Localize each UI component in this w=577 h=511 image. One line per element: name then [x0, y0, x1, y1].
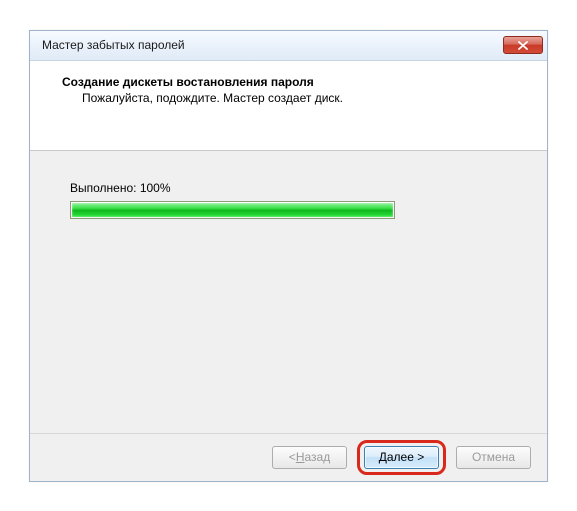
wizard-step-subtitle: Пожалуйста, подождите. Мастер создает ди… — [54, 91, 523, 105]
titlebar: Мастер забытых паролей — [30, 31, 547, 61]
wizard-step-title: Создание дискеты востановления пароля — [54, 75, 523, 89]
window-title: Мастер забытых паролей — [42, 38, 503, 52]
next-button-highlight: Далее > — [357, 440, 446, 475]
cancel-button[interactable]: Отмена — [456, 446, 531, 469]
back-button[interactable]: < Назад — [272, 446, 347, 469]
progress-label-prefix: Выполнено: — [70, 181, 136, 195]
next-button[interactable]: Далее > — [364, 446, 439, 469]
close-button[interactable] — [503, 36, 543, 54]
progress-bar — [70, 201, 395, 219]
progress-percent-text: 100% — [140, 181, 171, 195]
progress-fill — [72, 203, 393, 217]
wizard-header: Создание дискеты востановления пароля По… — [30, 61, 547, 151]
wizard-content: Выполнено: 100% — [30, 151, 547, 433]
button-bar: < Назад Далее > Отмена — [30, 433, 547, 481]
progress-label: Выполнено: 100% — [70, 181, 507, 195]
close-icon — [518, 41, 528, 50]
wizard-dialog: Мастер забытых паролей Создание дискеты … — [29, 30, 548, 482]
